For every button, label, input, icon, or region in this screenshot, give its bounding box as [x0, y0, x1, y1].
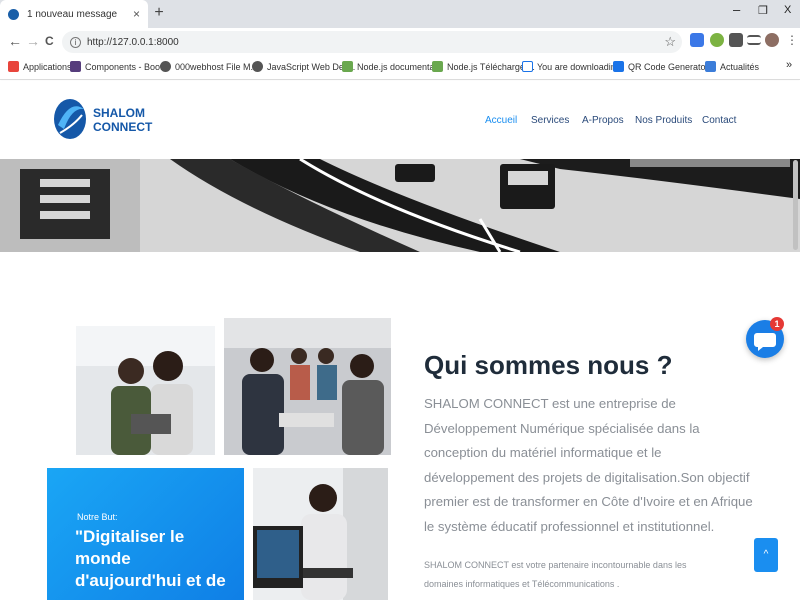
goal-label: Notre But:	[77, 512, 118, 522]
site-header: SHALOM CONNECT Accueil Services A-Propos…	[0, 81, 800, 159]
browser-menu-icon[interactable]: ⋮	[786, 33, 798, 47]
bootstrap-icon	[70, 61, 81, 72]
forward-button[interactable]: →	[26, 33, 40, 49]
hero-banner-image	[0, 159, 800, 252]
bookmark-item[interactable]: Node.js documenta...	[342, 61, 442, 72]
back-button[interactable]: ←	[8, 33, 22, 49]
goal-card: Notre But: "Digitaliser le monde d'aujou…	[47, 468, 244, 600]
goal-text: "Digitaliser le monde d'aujourd'hui et d…	[75, 527, 226, 590]
about-paragraph-1: SHALOM CONNECT est une entreprise de Dév…	[424, 396, 753, 534]
bookmark-item[interactable]: Node.js Télécharger...	[432, 61, 535, 72]
team-photo-2	[224, 318, 391, 455]
info-icon[interactable]: i	[70, 36, 81, 48]
nodejs-icon	[432, 61, 443, 72]
nav-a-propos[interactable]: A-Propos	[582, 115, 624, 126]
shalom-logo-icon[interactable]	[52, 95, 88, 143]
site-favicon-icon	[8, 8, 19, 20]
news-icon	[705, 61, 716, 72]
nav-accueil[interactable]: Accueil	[485, 115, 517, 126]
nav-contact[interactable]: Contact	[702, 115, 736, 126]
bookmark-item[interactable]: QR Code Generator...	[613, 61, 716, 72]
logo-line-2: CONNECT	[93, 120, 153, 134]
bookmark-item[interactable]: 000webhost File M...	[160, 61, 258, 72]
nav-services[interactable]: Services	[531, 115, 569, 126]
apps-grid-icon	[8, 61, 19, 72]
about-paragraph-2: SHALOM CONNECT est votre partenaire inco…	[424, 560, 687, 589]
reading-list-icon[interactable]	[747, 35, 761, 45]
page-icon	[522, 61, 533, 72]
browser-tab[interactable]: 1 nouveau message ×	[0, 0, 148, 28]
bookmarks-bar: Applications Components - Boot... 000web…	[0, 56, 800, 80]
close-tab-icon[interactable]: ×	[133, 7, 140, 21]
tab-title: 1 nouveau message	[27, 8, 118, 20]
globe-icon	[252, 61, 263, 72]
bookmark-item[interactable]: Actualités	[705, 61, 759, 72]
restore-button[interactable]: ❐	[758, 4, 768, 17]
team-photo-3	[253, 468, 388, 600]
extension-puzzle-icon[interactable]	[729, 33, 743, 47]
nav-nos-produits[interactable]: Nos Produits	[635, 115, 692, 126]
new-tab-button[interactable]: +	[150, 4, 168, 22]
chat-notification-badge: 1	[770, 317, 784, 331]
globe-icon	[160, 61, 171, 72]
extension-translate-icon[interactable]	[690, 33, 704, 47]
logo-line-1: SHALOM	[93, 106, 145, 120]
nodejs-icon	[342, 61, 353, 72]
address-bar[interactable]: i http://127.0.0.1:8000 ☆	[62, 31, 682, 53]
bookmarks-overflow-button[interactable]: »	[786, 59, 792, 71]
qr-icon	[613, 61, 624, 72]
bookmark-item[interactable]: Components - Boot...	[70, 61, 170, 72]
close-window-button[interactable]: X	[784, 4, 791, 16]
back-to-top-button[interactable]: ^	[754, 538, 778, 572]
bookmark-item[interactable]: You are downloadin...	[522, 61, 623, 72]
profile-avatar-icon[interactable]	[765, 33, 779, 47]
extension-download-icon[interactable]	[710, 33, 724, 47]
logo-text[interactable]: SHALOM CONNECT	[93, 106, 152, 134]
minimize-button[interactable]: –	[733, 2, 740, 17]
bookmark-star-icon[interactable]: ☆	[664, 34, 676, 50]
browser-toolbar: ← → C i http://127.0.0.1:8000 ☆ ⋮	[0, 28, 800, 56]
url-text[interactable]: http://127.0.0.1:8000	[87, 37, 179, 48]
about-title: Qui sommes nous ?	[424, 350, 673, 380]
bookmark-item[interactable]: Applications	[8, 61, 72, 72]
team-photo-1	[76, 326, 215, 455]
bookmark-item[interactable]: JavaScript Web Dev...	[252, 61, 355, 72]
page-scrollbar[interactable]	[793, 160, 798, 250]
browser-tab-strip: 1 nouveau message × + – ❐ X	[0, 0, 800, 28]
reload-button[interactable]: C	[45, 34, 54, 48]
